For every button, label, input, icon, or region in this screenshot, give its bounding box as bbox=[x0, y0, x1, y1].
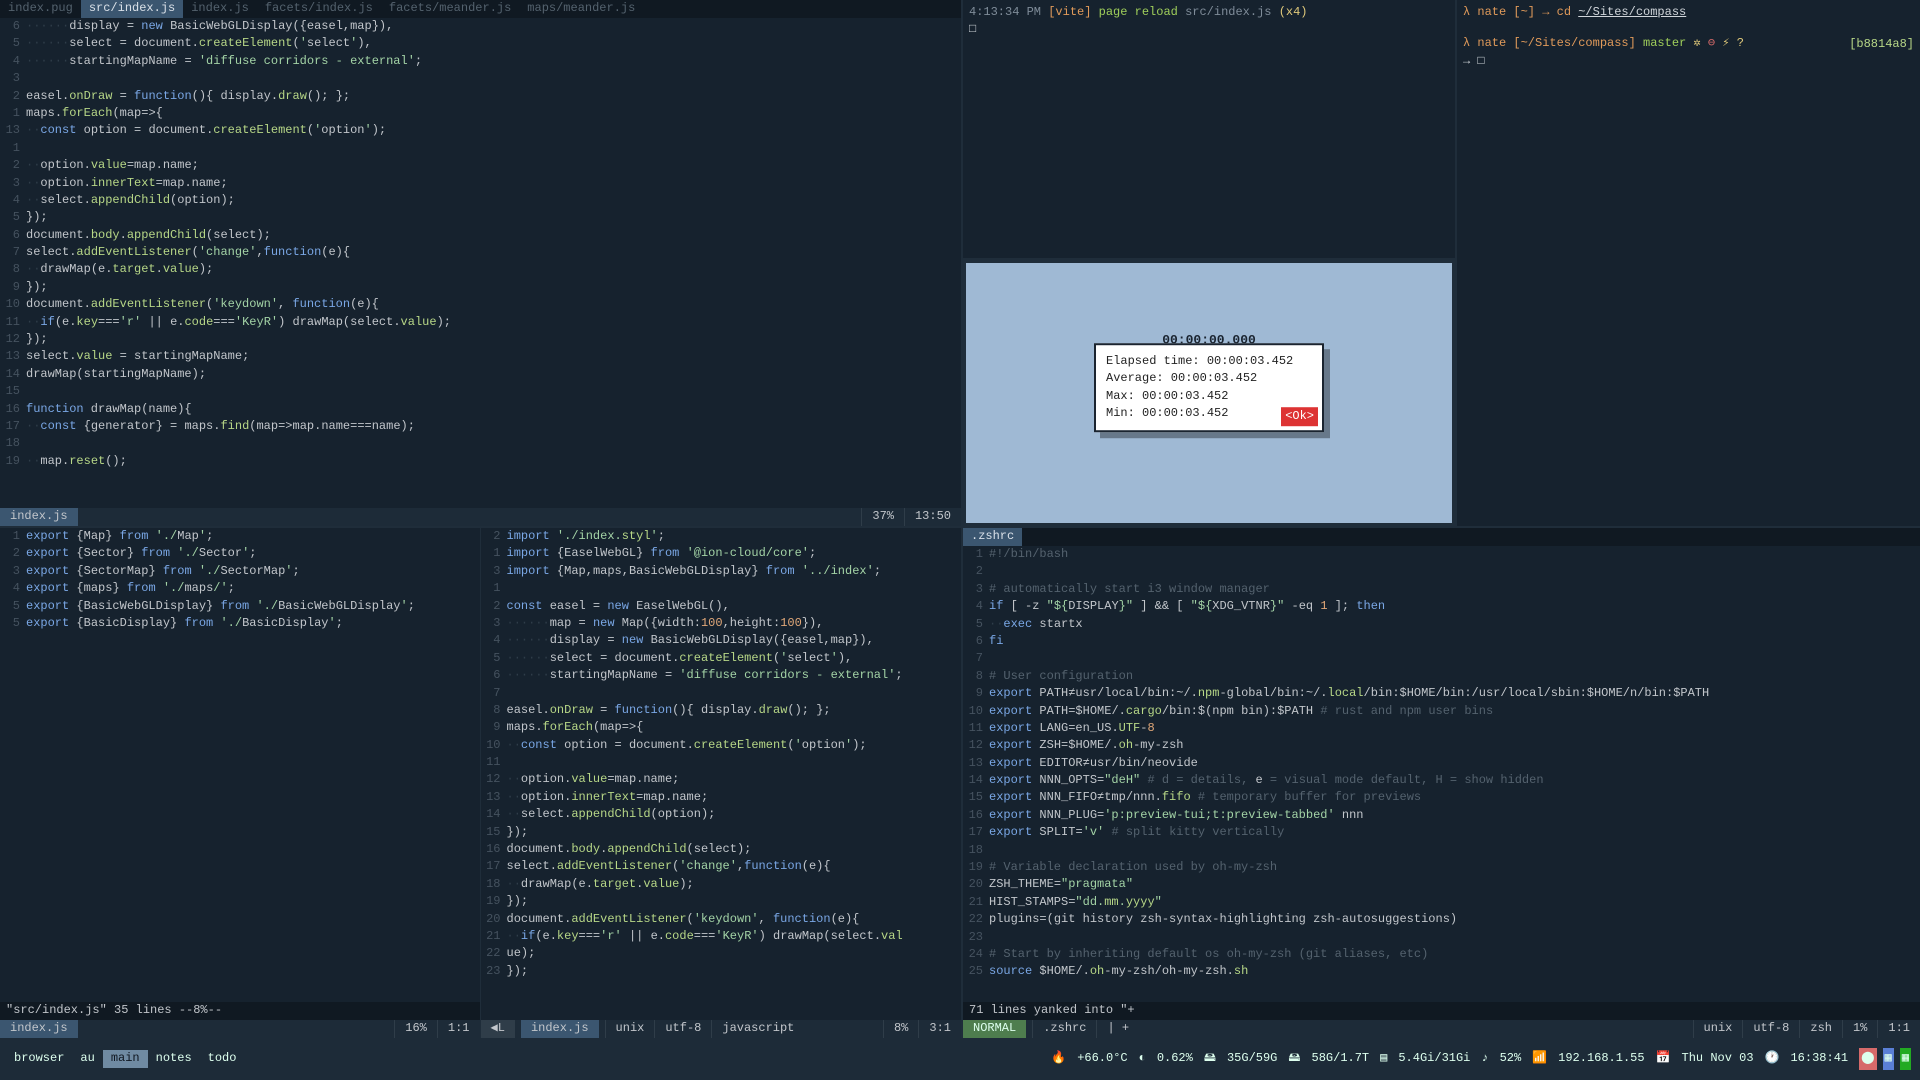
commandline: "src/index.js" 35 lines --8%-- bbox=[0, 1002, 480, 1020]
stopwatch-panel: 00:00:00.000 Elapsed time: 00:00:03.452 … bbox=[963, 260, 1455, 526]
workspace[interactable]: au bbox=[72, 1050, 102, 1067]
file-pill: index.js bbox=[0, 508, 78, 526]
indicator-icon: ⬤ bbox=[1859, 1048, 1876, 1069]
editor-pane-bottom-left[interactable]: 1export {Map} from './Map';2export {Sect… bbox=[0, 528, 963, 1038]
workspace[interactable]: browser bbox=[6, 1050, 72, 1067]
tab[interactable]: src/index.js bbox=[81, 0, 183, 18]
code-area[interactable]: 6······display = new BasicWebGLDisplay({… bbox=[0, 18, 961, 470]
prompt-line: λ nate [~] → cd ~/Sites/compass bbox=[1463, 4, 1914, 21]
code-area[interactable]: 1#!/bin/bash23# automatically start i3 w… bbox=[963, 546, 1920, 981]
tab[interactable]: .zshrc bbox=[963, 528, 1022, 546]
tab[interactable]: maps/meander.js bbox=[519, 0, 643, 18]
tab[interactable]: index.js bbox=[183, 0, 257, 18]
indicator-icon: ▦ bbox=[1883, 1048, 1894, 1069]
disk-icon: 🖴 bbox=[1288, 1050, 1300, 1067]
terminal-shell[interactable]: λ nate [~] → cd ~/Sites/compass λ nate [… bbox=[1457, 0, 1920, 528]
workspace[interactable]: main bbox=[103, 1050, 148, 1067]
ok-button[interactable]: <Ok> bbox=[1281, 407, 1318, 426]
workspace[interactable]: notes bbox=[148, 1050, 200, 1067]
commandline: 71 lines yanked into "+ bbox=[963, 1002, 1920, 1020]
disk-icon: 🖴 bbox=[1204, 1050, 1216, 1067]
chip-icon: ▤ bbox=[1380, 1050, 1387, 1067]
mode-indicator: NORMAL bbox=[963, 1020, 1026, 1038]
editor-pane-top[interactable]: index.pug src/index.js index.js facets/i… bbox=[0, 0, 963, 528]
wifi-icon: 📶 bbox=[1532, 1050, 1547, 1067]
tab[interactable]: index.pug bbox=[0, 0, 81, 18]
terminal-cursor: □ bbox=[969, 21, 1449, 38]
tab[interactable]: facets/meander.js bbox=[381, 0, 519, 18]
prompt-cursor: → □ bbox=[1463, 53, 1914, 70]
calendar-icon: 📅 bbox=[1656, 1050, 1671, 1067]
statusline: index.js 37% 13:50 bbox=[0, 508, 961, 526]
editor-pane-zshrc[interactable]: .zshrc 1#!/bin/bash23# automatically sta… bbox=[963, 528, 1920, 1038]
tab[interactable]: facets/index.js bbox=[257, 0, 381, 18]
stats-dialog: Elapsed time: 00:00:03.452 Average: 00:0… bbox=[1094, 343, 1324, 433]
vite-log-line: 4:13:34 PM [vite] page reload src/index.… bbox=[969, 4, 1449, 21]
music-icon: ♪ bbox=[1481, 1050, 1488, 1067]
code-area[interactable]: 2import './index.styl';1import {EaselWeb… bbox=[481, 528, 962, 980]
fire-icon: 🔥 bbox=[1051, 1050, 1066, 1067]
gauge-icon: ◐ bbox=[1139, 1050, 1146, 1067]
clock-icon: 🕐 bbox=[1765, 1050, 1780, 1067]
terminal-vite[interactable]: 4:13:34 PM [vite] page reload src/index.… bbox=[963, 0, 1457, 528]
workspace[interactable]: todo bbox=[200, 1050, 245, 1067]
indicator-icon: ▦ bbox=[1900, 1048, 1911, 1069]
tab-row: index.pug src/index.js index.js facets/i… bbox=[0, 0, 961, 18]
code-area[interactable]: 1export {Map} from './Map';2export {Sect… bbox=[0, 528, 480, 632]
status-bar: browser au main notes todo 🔥+66.0°C ◐0.6… bbox=[0, 1038, 1920, 1080]
